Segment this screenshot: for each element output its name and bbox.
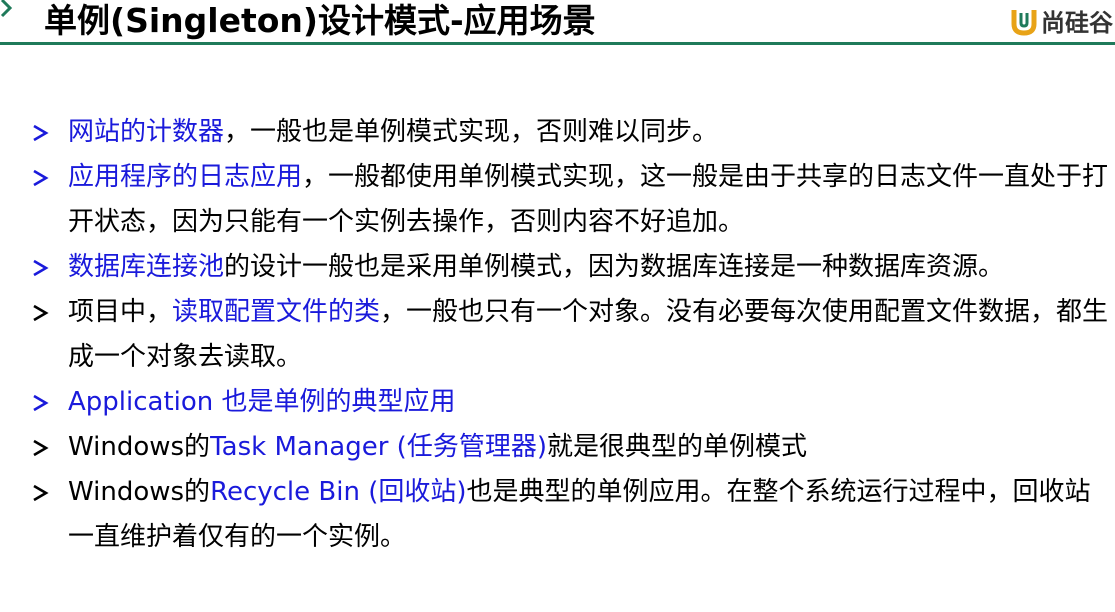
body-text: Windows的: [68, 432, 211, 462]
logo-text: 尚硅谷: [1041, 9, 1113, 37]
brand-logo: 尚硅谷: [1010, 3, 1113, 38]
body-text: 项目中，: [68, 297, 173, 327]
body-text: ，一般也是单例模式实现，否则难以同步。: [224, 117, 719, 147]
arrow-bullet-icon: [33, 304, 49, 322]
highlight-text: Application 也是单例的典型应用: [68, 387, 456, 417]
page-title: 单例(Singleton)设计模式-应用场景: [44, 1, 596, 40]
list-item: 项目中，读取配置文件的类，一般也只有一个对象。没有必要每次使用配置文件数据，都生…: [30, 290, 1110, 380]
bullet-list: 网站的计数器，一般也是单例模式实现，否则难以同步。 应用程序的日志应用，一般都使用…: [30, 110, 1110, 560]
logo-u-icon: [1011, 9, 1037, 36]
highlight-text: 应用程序的日志应用: [68, 162, 303, 192]
list-item: 网站的计数器，一般也是单例模式实现，否则难以同步。: [30, 110, 1110, 155]
list-item: 应用程序的日志应用，一般都使用单例模式实现，这一般是由于共享的日志文件一直处于打…: [30, 155, 1110, 245]
arrow-bullet-icon: [33, 484, 49, 502]
arrow-bullet-icon: [33, 439, 49, 457]
highlight-text: 网站的计数器: [68, 117, 225, 147]
arrow-bullet-icon: [33, 169, 49, 187]
header-divider: [0, 42, 1115, 45]
arrow-bullet-icon: [33, 394, 49, 412]
list-item: Windows的Task Manager (任务管理器)就是很典型的单例模式: [30, 425, 1110, 470]
arrow-bullet-icon: [33, 124, 49, 142]
highlight-text: Recycle Bin (回收站): [210, 477, 467, 507]
body-text: Windows的: [68, 477, 211, 507]
list-item: Windows的Recycle Bin (回收站)也是典型的单例应用。在整个系统…: [30, 470, 1110, 560]
body-text: 就是很典型的单例模式: [546, 432, 807, 462]
highlight-text: 数据库连接池: [68, 252, 225, 282]
highlight-text: Task Manager (任务管理器): [210, 432, 547, 462]
list-item: Application 也是单例的典型应用: [30, 380, 1110, 425]
chevron-right-icon: [0, 0, 13, 18]
body-text: 的设计一般也是采用单例模式，因为数据库连接是一种数据库资源。: [224, 252, 1005, 282]
arrow-bullet-icon: [33, 259, 49, 277]
slide-header: 单例(Singleton)设计模式-应用场景 尚硅谷: [0, 0, 1115, 45]
highlight-text: 读取配置文件的类: [172, 297, 381, 327]
list-item: 数据库连接池的设计一般也是采用单例模式，因为数据库连接是一种数据库资源。: [30, 245, 1110, 290]
